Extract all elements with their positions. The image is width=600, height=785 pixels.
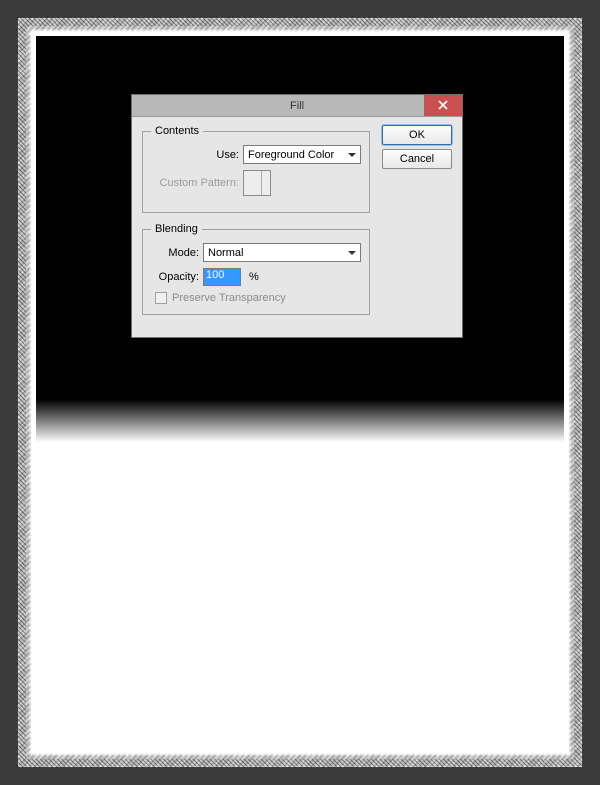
preserve-label: Preserve Transparency [172,292,286,304]
mode-label: Mode: [151,247,199,259]
pattern-label: Custom Pattern: [151,177,239,189]
pattern-row: Custom Pattern: [151,170,361,196]
ok-label: OK [409,129,425,141]
preserve-row: Preserve Transparency [155,292,361,304]
use-row: Use: Foreground Color [151,145,361,164]
mode-value: Normal [208,247,243,259]
use-value: Foreground Color [248,149,334,161]
dialog-title: Fill [290,100,304,112]
close-icon [438,100,448,112]
opacity-label: Opacity: [151,271,199,283]
pattern-dropdown-icon [262,171,270,195]
pattern-picker [243,170,271,196]
cancel-button[interactable]: Cancel [382,149,452,169]
opacity-row: Opacity: 100 % [151,268,361,286]
dialog-right-column: OK Cancel [382,125,452,325]
chevron-down-icon [345,246,358,259]
ok-button[interactable]: OK [382,125,452,145]
cancel-label: Cancel [400,153,434,165]
titlebar[interactable]: Fill [132,95,462,117]
opacity-unit: % [249,271,259,283]
mode-select[interactable]: Normal [203,243,361,262]
pattern-swatch [244,171,262,195]
use-label: Use: [151,149,239,161]
opacity-input[interactable]: 100 [203,268,241,286]
blending-legend: Blending [151,223,202,235]
mode-row: Mode: Normal [151,243,361,262]
contents-group: Contents Use: Foreground Color Custom Pa… [142,125,370,213]
contents-legend: Contents [151,125,203,137]
dialog-body: Contents Use: Foreground Color Custom Pa… [132,117,462,337]
close-button[interactable] [424,95,462,116]
chevron-down-icon [345,148,358,161]
blending-group: Blending Mode: Normal Opacity: 100 % Pre… [142,223,370,315]
preserve-checkbox [155,292,167,304]
dialog-left-column: Contents Use: Foreground Color Custom Pa… [142,125,370,325]
use-select[interactable]: Foreground Color [243,145,361,164]
fill-dialog: Fill Contents Use: Foreground Color Cust… [131,94,463,338]
